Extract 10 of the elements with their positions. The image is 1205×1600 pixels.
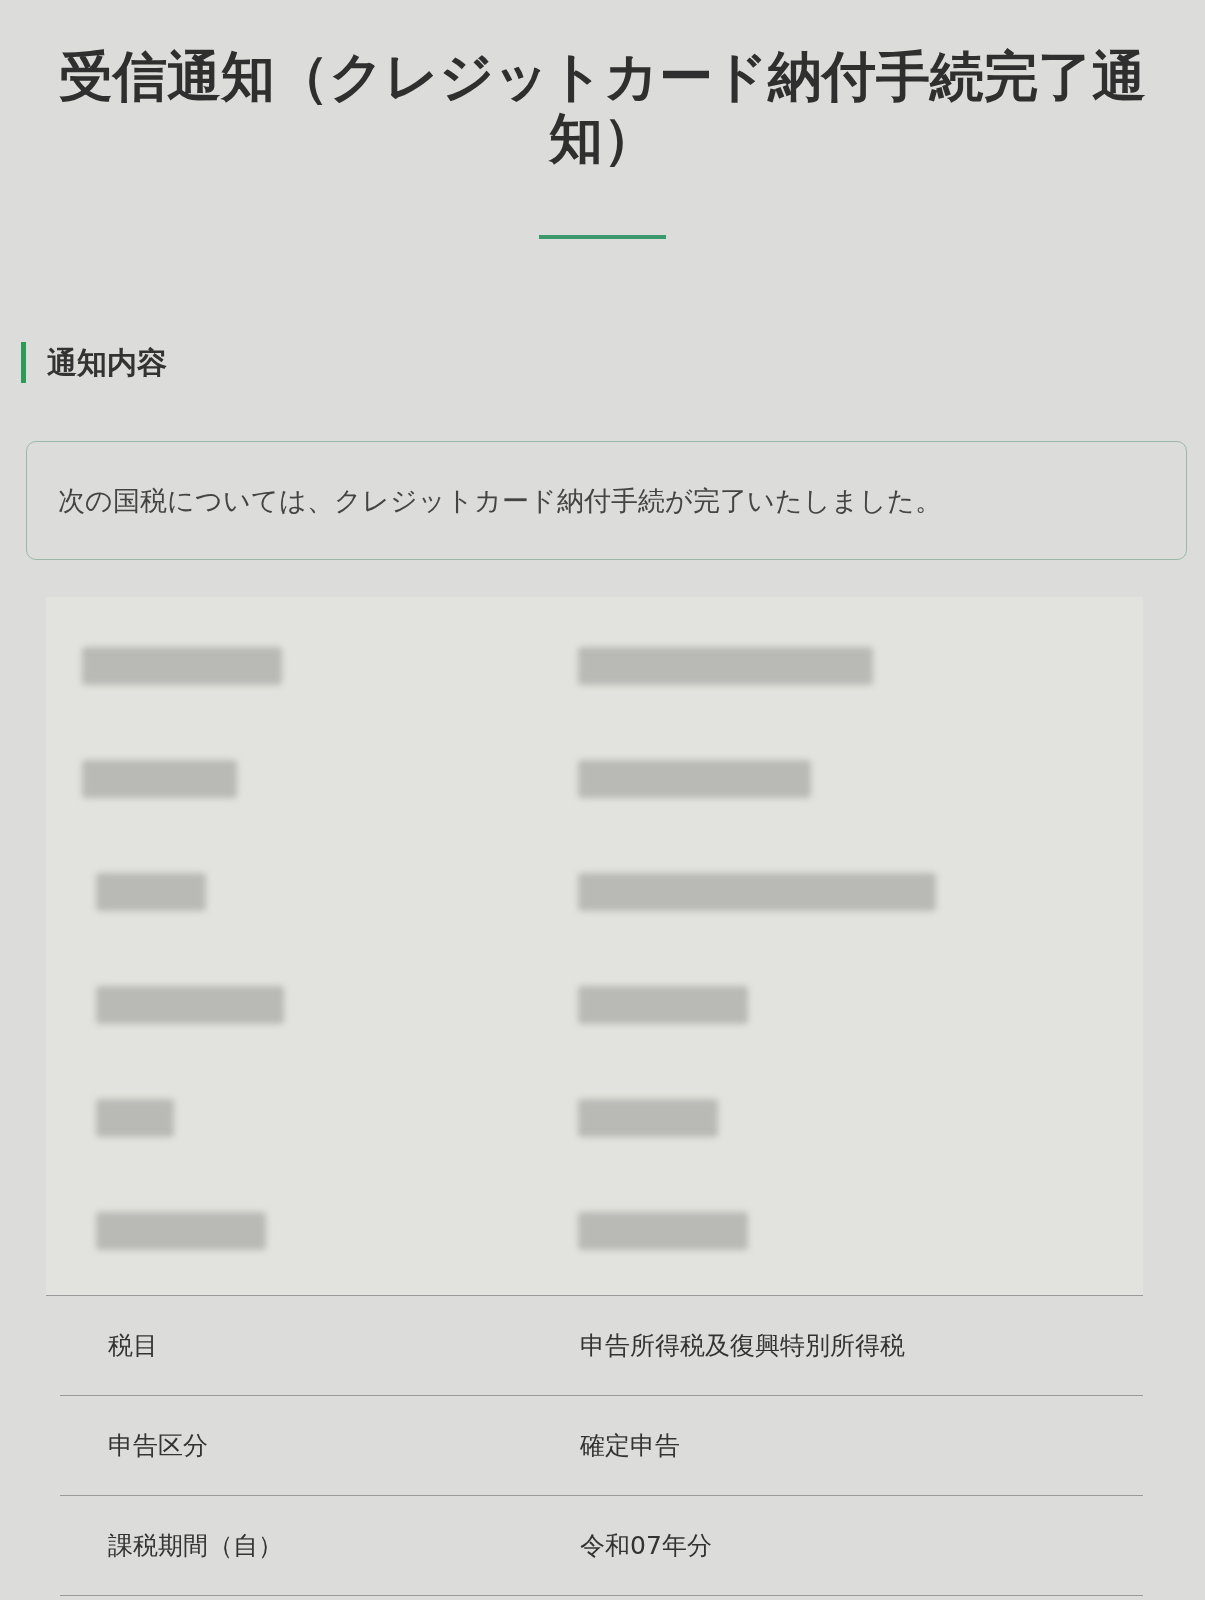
detail-label: 税目 (108, 1331, 158, 1360)
detail-value: 令和07年分 (580, 1530, 712, 1562)
detail-value: 申告所得税及復興特別所得税 (580, 1330, 905, 1362)
section-heading: 通知内容 (47, 344, 167, 382)
detail-label: 申告区分 (108, 1431, 208, 1460)
detail-label: 課税期間（自） (108, 1531, 283, 1560)
page-title: 受信通知（クレジットカード納付手続完了通知） (58, 46, 1147, 170)
section-marker (21, 342, 26, 383)
notice-message: 次の国税については、クレジットカード納付手続が完了いたしました。 (58, 483, 942, 518)
detail-value: 確定申告 (580, 1430, 680, 1462)
